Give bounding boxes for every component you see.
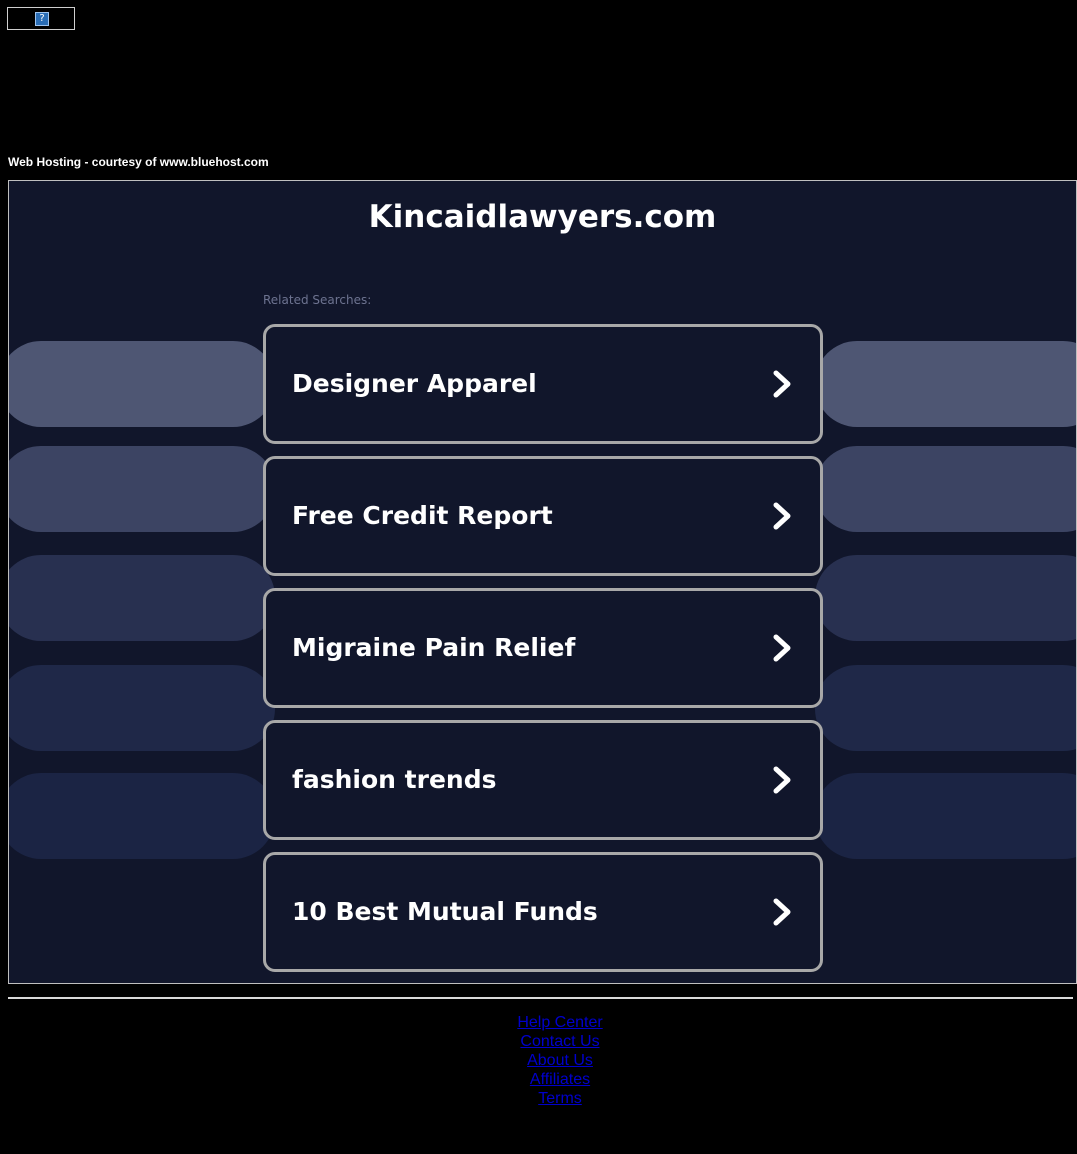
search-link-label: Migraine Pain Relief bbox=[292, 633, 576, 662]
chevron-right-icon bbox=[773, 502, 791, 530]
search-link-label: fashion trends bbox=[292, 765, 497, 794]
search-link-designer-apparel[interactable]: Designer Apparel bbox=[263, 324, 823, 444]
search-link-label: Free Credit Report bbox=[292, 501, 553, 530]
search-link-migraine-pain-relief[interactable]: Migraine Pain Relief bbox=[263, 588, 823, 708]
chevron-right-icon bbox=[773, 766, 791, 794]
footer-link-about-us[interactable]: About Us bbox=[0, 1051, 1077, 1070]
decorative-pill-left-2 bbox=[9, 446, 275, 532]
decorative-pill-right-3 bbox=[815, 555, 1076, 641]
related-searches-label: Related Searches: bbox=[263, 293, 372, 307]
hosting-note: Web Hosting - courtesy of www.bluehost.c… bbox=[8, 155, 269, 169]
footer-link-help-center[interactable]: Help Center bbox=[0, 1013, 1077, 1032]
decorative-pill-left-5 bbox=[9, 773, 275, 859]
parked-domain-panel: Kincaidlawyers.com Related Searches: Des… bbox=[8, 180, 1077, 984]
search-link-label: 10 Best Mutual Funds bbox=[292, 897, 598, 926]
chevron-right-icon bbox=[773, 898, 791, 926]
search-link-fashion-trends[interactable]: fashion trends bbox=[263, 720, 823, 840]
decorative-pill-left-3 bbox=[9, 555, 275, 641]
search-link-10-best-mutual-funds[interactable]: 10 Best Mutual Funds bbox=[263, 852, 823, 972]
decorative-pill-right-1 bbox=[815, 341, 1076, 427]
footer-links: Help Center Contact Us About Us Affiliat… bbox=[0, 1013, 1077, 1108]
search-link-label: Designer Apparel bbox=[292, 369, 537, 398]
decorative-pill-left-1 bbox=[9, 341, 275, 427]
chevron-right-icon bbox=[773, 634, 791, 662]
footer-link-affiliates[interactable]: Affiliates bbox=[0, 1070, 1077, 1089]
chevron-right-icon bbox=[773, 370, 791, 398]
decorative-pill-right-2 bbox=[815, 446, 1076, 532]
footer-link-contact-us[interactable]: Contact Us bbox=[0, 1032, 1077, 1051]
footer-link-terms[interactable]: Terms bbox=[0, 1089, 1077, 1108]
broken-image-badge[interactable]: ? bbox=[7, 7, 75, 30]
question-mark-icon: ? bbox=[35, 12, 49, 26]
footer-divider bbox=[8, 997, 1073, 999]
decorative-pill-right-5 bbox=[815, 773, 1076, 859]
search-link-free-credit-report[interactable]: Free Credit Report bbox=[263, 456, 823, 576]
decorative-pill-right-4 bbox=[815, 665, 1076, 751]
site-title: Kincaidlawyers.com bbox=[368, 199, 717, 235]
decorative-pill-left-4 bbox=[9, 665, 275, 751]
